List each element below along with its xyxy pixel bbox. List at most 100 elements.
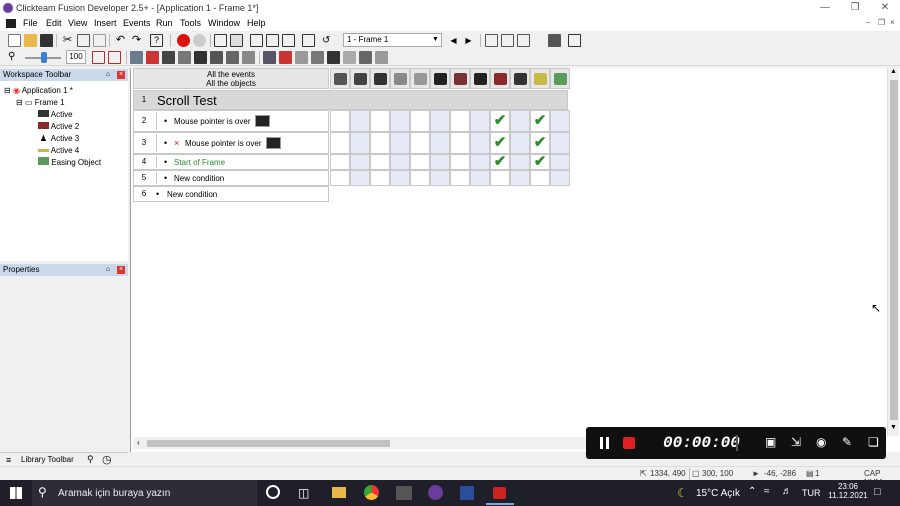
object-icon-13[interactable] (327, 51, 340, 64)
menu-run[interactable]: Run (153, 17, 176, 30)
fusion-taskbar-icon[interactable] (428, 485, 443, 500)
object-icon-5[interactable] (194, 51, 207, 64)
document-menu-icon[interactable] (6, 19, 16, 28)
copy-icon[interactable] (77, 34, 90, 47)
object-icon-14[interactable] (343, 51, 356, 64)
action-cell[interactable] (470, 170, 490, 186)
event-row-comment[interactable]: 1 Scroll Test (133, 90, 568, 110)
grid-icon[interactable] (548, 34, 561, 47)
frame-editor-icon[interactable] (230, 34, 243, 47)
column-header-2[interactable] (350, 68, 370, 89)
action-cell[interactable] (430, 170, 450, 186)
volume-icon[interactable]: ♬ (782, 486, 792, 497)
action-cell[interactable] (350, 170, 370, 186)
app-taskbar-icon-2[interactable] (460, 486, 474, 500)
action-cell[interactable] (510, 170, 530, 186)
action-cell[interactable] (410, 154, 430, 170)
menu-tools[interactable]: Tools (177, 17, 204, 30)
screenshot-region-icon[interactable]: ▣ (765, 435, 776, 449)
object-icon-10[interactable] (279, 51, 292, 64)
action-cell[interactable]: ✔ (490, 132, 510, 154)
object-icon-4[interactable] (178, 51, 191, 64)
action-cell[interactable] (550, 132, 570, 154)
action-cell[interactable] (470, 154, 490, 170)
open-icon[interactable] (24, 34, 37, 47)
mdi-close-button[interactable]: × (890, 18, 895, 27)
action-cell[interactable] (470, 110, 490, 132)
library-menu-icon[interactable]: ≡ (6, 455, 11, 465)
clock-icon[interactable]: ◷ (102, 453, 112, 466)
network-icon[interactable]: ≈ (764, 486, 770, 497)
close-button[interactable]: ✕ (870, 0, 900, 16)
paste-icon[interactable] (93, 34, 106, 47)
chrome-icon[interactable] (364, 485, 379, 500)
action-cell[interactable] (450, 132, 470, 154)
clock[interactable]: 23:06 11.12.2021 (828, 482, 868, 500)
tree-item-active-4[interactable]: Active 4 (38, 145, 79, 156)
action-cell[interactable] (350, 110, 370, 132)
action-cell[interactable] (510, 110, 530, 132)
action-cell[interactable] (550, 110, 570, 132)
object-icon-12[interactable] (311, 51, 324, 64)
column-header-1[interactable] (330, 68, 350, 89)
collapse-icon[interactable]: ⇲ (791, 435, 801, 449)
object-icon-6[interactable] (210, 51, 223, 64)
action-cell[interactable] (330, 170, 350, 186)
action-cell[interactable] (330, 110, 350, 132)
zoom-value-field[interactable]: 100 (66, 50, 86, 64)
tree-node-frame[interactable]: ⊟ ▭ Frame 1 (16, 97, 65, 108)
cut-icon[interactable]: ✂ (61, 34, 74, 47)
action-cell[interactable] (550, 170, 570, 186)
menu-edit[interactable]: Edit (43, 17, 65, 30)
action-cell[interactable] (410, 170, 430, 186)
restore-button[interactable]: ❐ (840, 0, 870, 16)
properties-icon[interactable] (302, 34, 315, 47)
tree-item-active[interactable]: Active (38, 109, 73, 120)
action-cell[interactable] (370, 154, 390, 170)
layout-icon[interactable] (485, 34, 498, 47)
action-cell[interactable] (350, 154, 370, 170)
action-cell[interactable] (430, 154, 450, 170)
storyboard-icon[interactable] (214, 34, 227, 47)
run-application-icon[interactable] (568, 34, 581, 47)
pause-icon[interactable] (600, 437, 603, 449)
file-explorer-icon[interactable] (332, 487, 346, 498)
action-cell[interactable] (330, 154, 350, 170)
stop-icon[interactable] (177, 34, 190, 47)
action-cell[interactable] (390, 110, 410, 132)
action-cell[interactable] (430, 110, 450, 132)
action-cell[interactable]: ✔ (490, 110, 510, 132)
action-cell[interactable] (390, 132, 410, 154)
next-frame-icon[interactable]: ▶ (462, 34, 475, 47)
data-elements-icon[interactable] (282, 34, 295, 47)
column-header-10[interactable] (510, 68, 530, 89)
event-row-6[interactable]: 6 • New condition (133, 186, 329, 202)
action-cell[interactable] (350, 132, 370, 154)
comment-icon[interactable] (108, 51, 121, 64)
app-taskbar-icon-1[interactable] (396, 486, 412, 500)
column-header-9[interactable] (490, 68, 510, 89)
menu-view[interactable]: View (65, 17, 90, 30)
action-cell[interactable] (430, 132, 450, 154)
pen-icon[interactable]: ✎ (842, 435, 852, 449)
action-cell[interactable] (370, 132, 390, 154)
object-icon-15[interactable] (359, 51, 372, 64)
cortana-icon[interactable] (266, 485, 280, 499)
action-cell[interactable] (450, 154, 470, 170)
action-cell[interactable] (530, 170, 550, 186)
column-header-11[interactable] (530, 68, 550, 89)
action-cell[interactable] (450, 170, 470, 186)
weather-text[interactable]: 15°C Açık (696, 488, 740, 499)
window-icon[interactable] (517, 34, 530, 47)
action-cell[interactable] (470, 132, 490, 154)
action-cell[interactable] (550, 154, 570, 170)
horizontal-scroll-thumb[interactable] (147, 440, 390, 447)
vertical-scrollbar[interactable]: ▲ ▼ (887, 68, 899, 436)
close-icon[interactable]: × (117, 266, 125, 274)
menu-window[interactable]: Window (205, 17, 243, 30)
event-row-5[interactable]: 5 • New condition (133, 170, 329, 186)
action-cell[interactable] (390, 154, 410, 170)
action-cell[interactable] (410, 110, 430, 132)
action-cell[interactable]: ✔ (530, 154, 550, 170)
mdi-restore-button[interactable]: ❐ (878, 18, 885, 27)
